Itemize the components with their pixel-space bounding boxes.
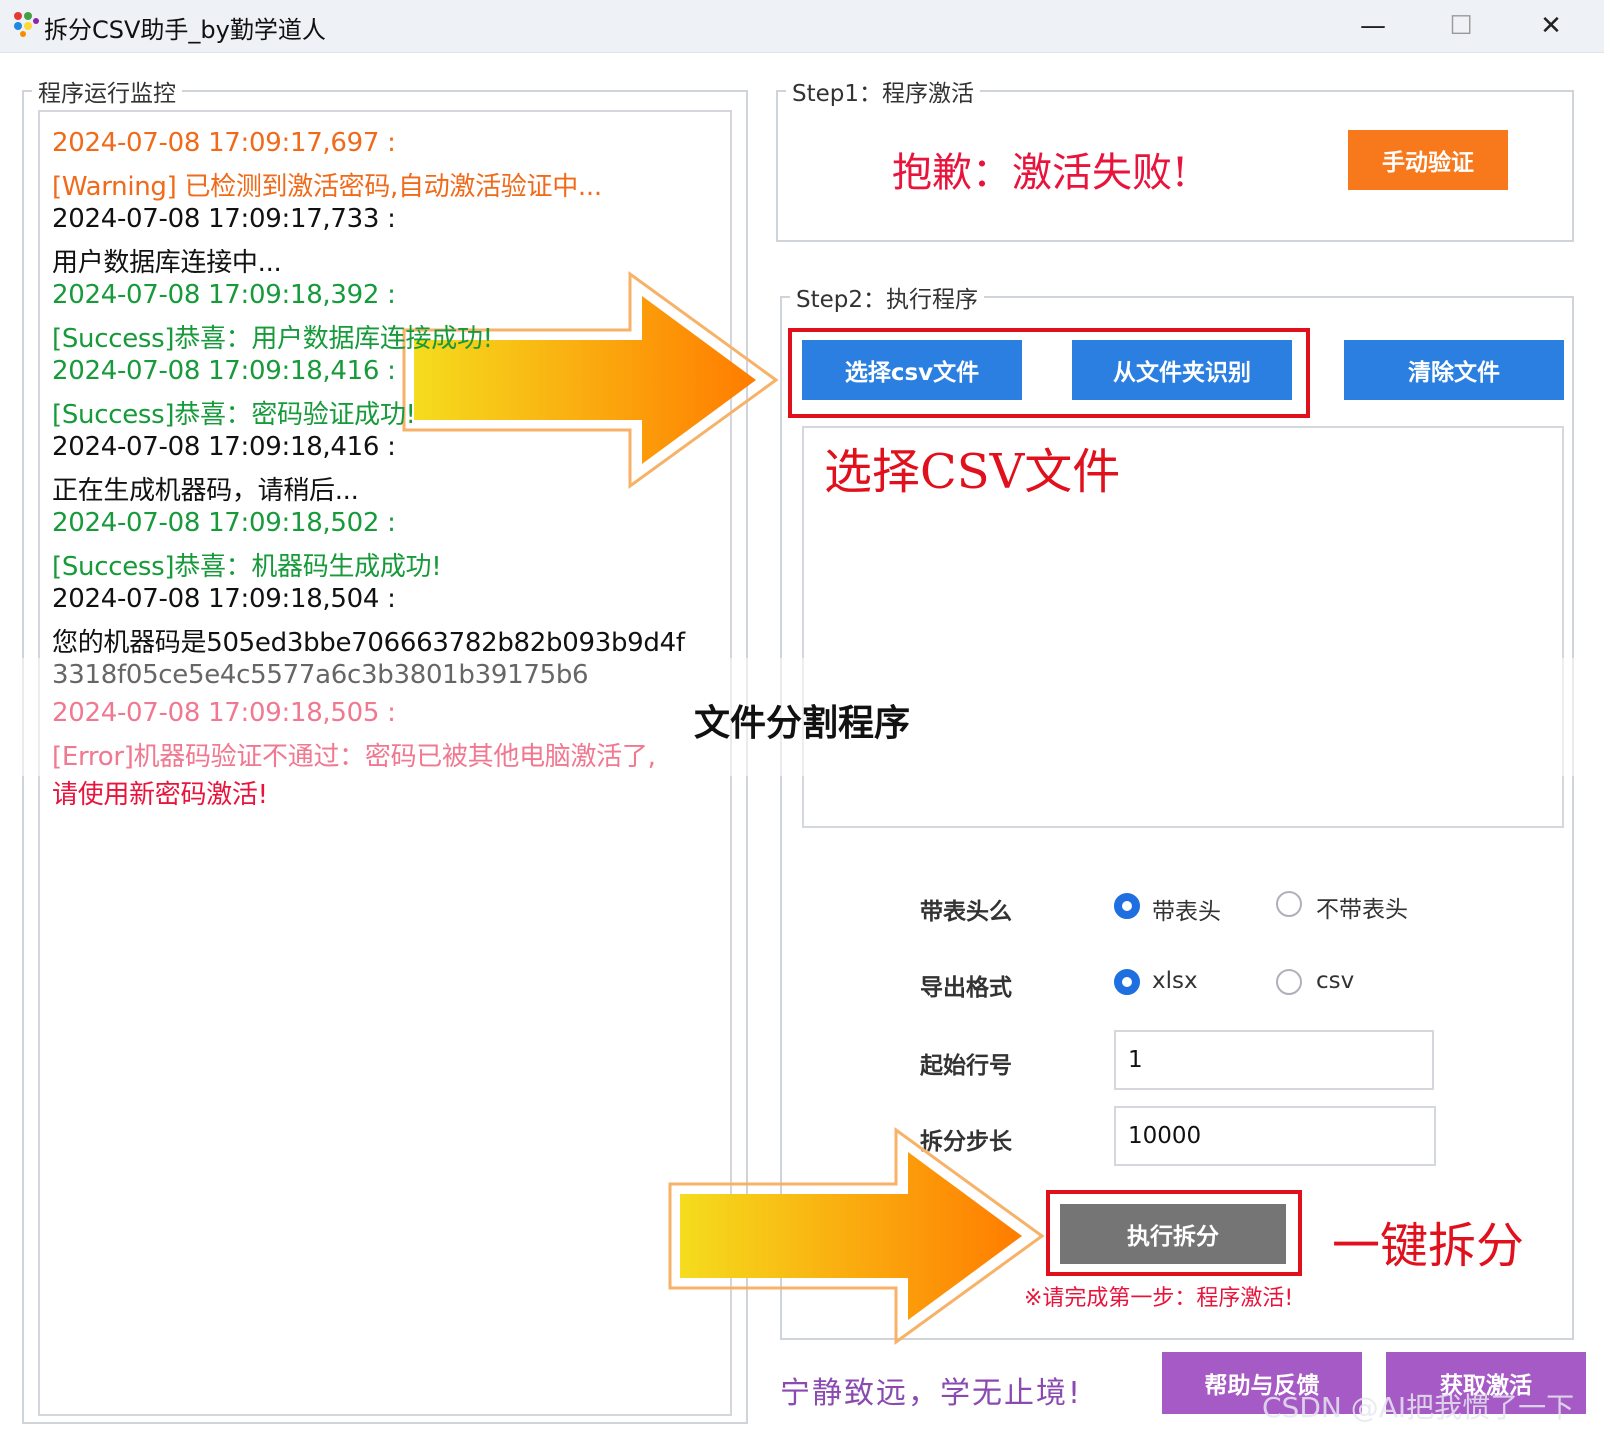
log-line: 2024-07-08 17:09:18,392 : <box>52 280 396 310</box>
split-step-input[interactable]: 10000 <box>1114 1106 1436 1166</box>
minimize-button[interactable]: — <box>1334 0 1412 52</box>
banner-title: 文件分割程序 <box>694 703 911 744</box>
log-line: [Success]恭喜：密码验证成功! <box>52 400 416 430</box>
log-line: 2024-07-08 17:09:17,697 : <box>52 128 396 158</box>
execute-split-button[interactable]: 执行拆分 <box>1060 1204 1286 1264</box>
activation-warning: ※请完成第一步：程序激活! <box>1024 1286 1294 1311</box>
log-line: 请使用新密码激活! <box>52 780 268 810</box>
log-line: 2024-07-08 17:09:18,505 : <box>52 698 396 728</box>
log-line: 2024-07-08 17:09:18,416 : <box>52 432 396 462</box>
slogan: 宁静致远，学无止境! <box>780 1376 1083 1411</box>
radio-csv-label: csv <box>1316 968 1355 994</box>
log-line: 2024-07-08 17:09:18,416 : <box>52 356 396 386</box>
log-line: 正在生成机器码，请稍后... <box>52 476 359 506</box>
step2-title: Step2：执行程序 <box>790 280 985 314</box>
clear-files-button[interactable]: 清除文件 <box>1344 340 1564 400</box>
activation-status: 抱歉：激活失败! <box>892 150 1189 196</box>
arrow-annotation-top <box>402 271 779 489</box>
header-option-label: 带表头么 <box>920 899 1012 925</box>
manual-verify-button[interactable]: 手动验证 <box>1348 130 1508 190</box>
maximize-button[interactable]: ☐ <box>1422 0 1500 52</box>
radio-without-header[interactable] <box>1276 891 1302 917</box>
radio-without-header-label: 不带表头 <box>1316 897 1408 923</box>
log-line: 2024-07-08 17:09:18,504 : <box>52 584 396 614</box>
radio-xlsx[interactable] <box>1114 969 1140 995</box>
log-line: 您的机器码是505ed3bbe706663782b82b093b9d4f <box>52 628 685 658</box>
log-line: 2024-07-08 17:09:17,733 : <box>52 204 396 234</box>
file-list-annotation: 选择CSV文件 <box>824 444 1121 500</box>
radio-xlsx-label: xlsx <box>1152 968 1198 994</box>
execute-annotation: 一键拆分 <box>1332 1218 1525 1274</box>
log-line: 用户数据库连接中... <box>52 248 282 278</box>
arrow-annotation-bottom <box>668 1127 1045 1345</box>
log-line: [Error]机器码验证不通过：密码已被其他电脑激活了, <box>52 742 656 772</box>
from-folder-button[interactable]: 从文件夹识别 <box>1072 340 1292 400</box>
log-line: [Success]恭喜：用户数据库连接成功! <box>52 324 493 354</box>
log-line: 3318f05ce5e4c5577a6c3b3801b39175b6 <box>52 660 589 690</box>
log-panel-title: 程序运行监控 <box>32 74 182 108</box>
start-row-input[interactable]: 1 <box>1114 1030 1434 1090</box>
window-title: 拆分CSV助手_by勤学道人 <box>44 16 326 44</box>
app-logo-icon <box>14 12 39 37</box>
log-line: [Success]恭喜：机器码生成成功! <box>52 552 442 582</box>
watermark: CSDN @AI把我惯了一下 <box>1262 1391 1575 1424</box>
radio-with-header-label: 带表头 <box>1152 899 1221 925</box>
select-csv-button[interactable]: 选择csv文件 <box>802 340 1022 400</box>
radio-csv[interactable] <box>1276 969 1302 995</box>
log-line: 2024-07-08 17:09:18,502 : <box>52 508 396 538</box>
radio-with-header[interactable] <box>1114 893 1140 919</box>
log-line: [Warning] 已检测到激活密码,自动激活验证中... <box>52 172 602 202</box>
step1-title: Step1：程序激活 <box>786 74 981 108</box>
format-option-label: 导出格式 <box>920 975 1012 1001</box>
close-button[interactable]: ✕ <box>1512 0 1590 52</box>
start-row-label: 起始行号 <box>920 1053 1012 1079</box>
